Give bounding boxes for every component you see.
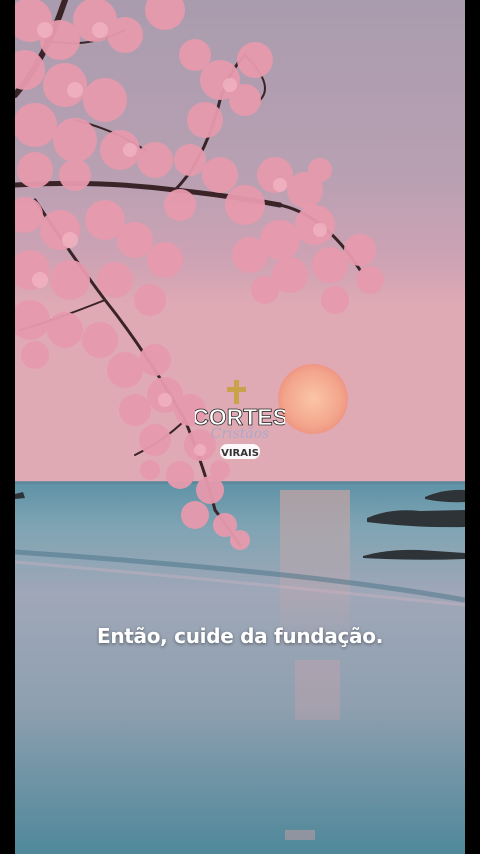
- logo-word-bottom: VIRAIS: [221, 448, 259, 459]
- sun: [278, 364, 348, 434]
- subtitle-caption: Então, cuide da fundação.: [96, 624, 383, 648]
- video-frame: CORTES Cristãos VIRAIS Então, cuide da f…: [15, 0, 465, 854]
- cross-icon: [227, 380, 246, 404]
- logo-word-script: Cristãos: [211, 426, 270, 442]
- cortes-cristaos-virais-logo: CORTES Cristãos VIRAIS: [192, 378, 288, 466]
